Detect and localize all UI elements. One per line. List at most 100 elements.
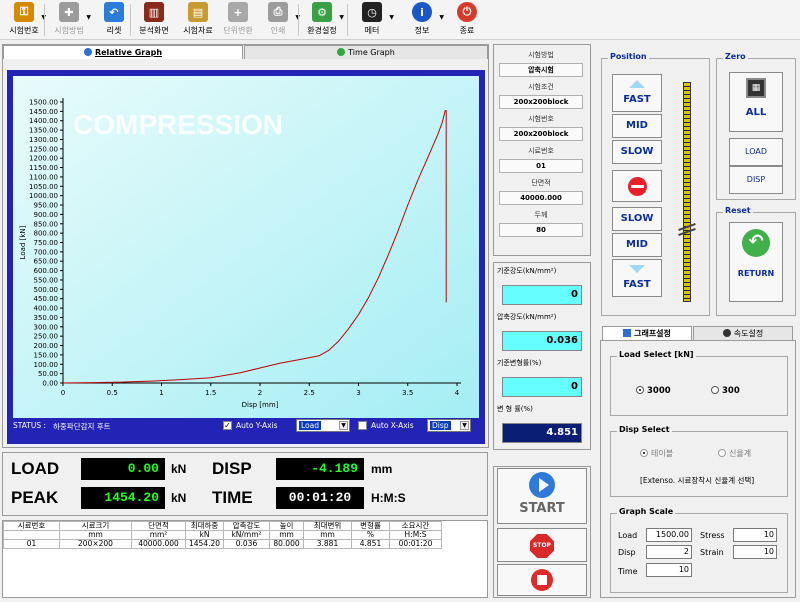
position-slider-handle[interactable]	[678, 222, 696, 237]
scale-stress-input[interactable]: 10	[733, 528, 777, 542]
strength-label: 기준강도(kN/mm²)	[497, 267, 557, 275]
toolbar-separator	[130, 4, 131, 36]
scale-disp-input[interactable]: 2	[646, 545, 692, 559]
info-label: 단면적	[531, 179, 551, 187]
tab-time-graph[interactable]: Time Graph	[244, 45, 488, 59]
undo-icon: ↶	[104, 2, 124, 22]
auto-y-checkbox[interactable]: ✓	[223, 421, 232, 430]
toolbar-button-7[interactable]: ⚙ 환경설정 ▼	[302, 2, 344, 38]
puzzle-icon: ✚	[59, 2, 79, 22]
return-button[interactable]: ↶ RETURN	[729, 222, 783, 302]
table-cell: 00:01:20	[389, 539, 442, 549]
table-cell: 0.036	[223, 539, 270, 549]
status-label: STATUS :	[13, 421, 47, 430]
bar-chart-icon: ▥	[144, 2, 164, 22]
scale-time-label: Time	[618, 567, 638, 576]
toolbar-button-4[interactable]: ▤ 시험자료	[178, 2, 218, 38]
strength-value: 0.036	[502, 331, 582, 351]
chevron-down-icon[interactable]: ▼	[389, 14, 394, 21]
scale-load-input[interactable]: 1500.00	[646, 528, 692, 542]
auto-x-checkbox[interactable]	[358, 421, 367, 430]
tab-speed-settings[interactable]: 속도설정	[693, 326, 793, 340]
toolbar-button-10[interactable]: ⏻ 종료	[447, 2, 487, 38]
y-tick-label: 1450.00	[29, 108, 58, 116]
abort-button[interactable]	[497, 564, 587, 596]
load-300-radio[interactable]: 300	[711, 386, 740, 396]
y-tick-label: 350.00	[34, 314, 59, 322]
graph-status-bar: STATUS : 하중파단감지 후트 ✓ Auto Y-Axis Load ▼ …	[7, 416, 485, 438]
time-label: TIME	[212, 488, 253, 507]
y-tick-label: 950.00	[34, 202, 59, 210]
relative-graph-icon	[83, 48, 92, 56]
scale-time-input[interactable]: 10	[646, 563, 692, 577]
tab-graph-settings[interactable]: 그래프설정	[602, 326, 692, 340]
position-title: Position	[608, 52, 649, 61]
chevron-down-icon: ▼	[460, 421, 469, 430]
strength-value: 0	[502, 377, 582, 397]
chevron-down-icon[interactable]: ▼	[86, 14, 91, 21]
toolbar-button-3[interactable]: ▥ 분석화면	[134, 2, 174, 38]
load-3000-radio[interactable]: 3000	[636, 386, 671, 396]
y-tick-label: 100.00	[34, 361, 59, 369]
y-tick-label: 1000.00	[29, 192, 58, 200]
return-arrow-icon: ↶	[742, 229, 770, 257]
y-tick-label: 150.00	[34, 351, 59, 359]
y-tick-label: 1050.00	[29, 183, 58, 191]
chevron-down-icon[interactable]: ▼	[339, 14, 344, 21]
slow-down-button[interactable]: SLOW	[612, 207, 662, 231]
peak-value: 1454.20	[81, 487, 165, 509]
y-tick-label: 200.00	[34, 342, 59, 350]
table-header-row: 시료번호 시료크기 단면적 최대하중 압축강도 높이 최대변위 변형률 소요시간	[3, 521, 442, 531]
toolbar: ⚿시험번호▼✚시험방법▼↶리셋▥분석화면▤시험자료+단위변환⎙인쇄▼⚙환경설정▼…	[0, 0, 800, 40]
slow-up-button[interactable]: SLOW	[612, 140, 662, 164]
toolbar-button-5[interactable]: + 단위변환	[218, 2, 258, 38]
toolbar-button-1[interactable]: ✚ 시험방법 ▼	[49, 2, 91, 38]
zero-all-button[interactable]: ▦ ALL	[729, 72, 783, 132]
zero-title: Zero	[723, 52, 748, 61]
plus-icon: +	[228, 2, 248, 22]
fast-up-button[interactable]: FAST	[612, 74, 662, 112]
time-value: 00:01:20	[276, 487, 364, 509]
table-cell: 시료번호	[3, 521, 60, 531]
stop-sign-button[interactable]: STOP	[497, 528, 587, 562]
power-icon: ⏻	[457, 2, 477, 22]
y-tick-label: 1150.00	[29, 164, 58, 172]
stop-sign-icon: STOP	[530, 534, 554, 558]
y-axis-label: Load [kN]	[19, 225, 27, 259]
toolbar-button-9[interactable]: i 정보 ▼	[402, 2, 444, 38]
x-tick-label: 2.5	[304, 389, 315, 397]
toolbar-button-2[interactable]: ↶ 리셋	[94, 2, 134, 38]
x-axis-select[interactable]: Disp ▼	[427, 419, 471, 432]
info-label: 시험번호	[528, 115, 554, 123]
strength-label: 압축강도(kN/mm²)	[497, 313, 557, 321]
disp-table-radio[interactable]: 테이블	[640, 448, 673, 459]
y-tick-label: 250.00	[34, 333, 59, 341]
time-unit: H:M:S	[371, 491, 406, 505]
y-tick-label: 650.00	[34, 258, 59, 266]
mid-up-button[interactable]: MID	[612, 114, 662, 138]
y-tick-label: 900.00	[34, 211, 59, 219]
disp-extenso-radio[interactable]: 신율계	[718, 448, 751, 459]
mid-down-button[interactable]: MID	[612, 233, 662, 257]
info-value: 01	[499, 159, 583, 173]
stop-position-button[interactable]	[612, 170, 662, 202]
y-axis-select[interactable]: Load ▼	[296, 419, 350, 432]
toolbar-button-0[interactable]: ⚿시험번호▼	[4, 2, 46, 38]
load-label: LOAD	[11, 459, 60, 478]
info-label: 시료번호	[528, 147, 554, 155]
info-value: 200x200block	[499, 95, 583, 109]
zero-disp-button[interactable]: DISP	[729, 166, 783, 194]
y-tick-label: 1100.00	[29, 173, 58, 181]
chevron-down-icon[interactable]: ▼	[439, 14, 444, 21]
zero-load-button[interactable]: LOAD	[729, 138, 783, 166]
scale-strain-input[interactable]: 10	[733, 545, 777, 559]
y-tick-label: 1400.00	[29, 117, 58, 125]
table-cell: 1454.20	[185, 539, 224, 549]
y-tick-label: 1500.00	[29, 99, 58, 107]
toolbar-button-6[interactable]: ⎙인쇄▼	[258, 2, 300, 38]
start-button[interactable]: START	[497, 468, 587, 524]
fast-down-button[interactable]: FAST	[612, 259, 662, 297]
info-value: 80	[499, 223, 583, 237]
tab-relative-graph[interactable]: Relative Graph	[3, 45, 243, 59]
toolbar-button-8[interactable]: ◷ 메터 ▼	[352, 2, 394, 38]
